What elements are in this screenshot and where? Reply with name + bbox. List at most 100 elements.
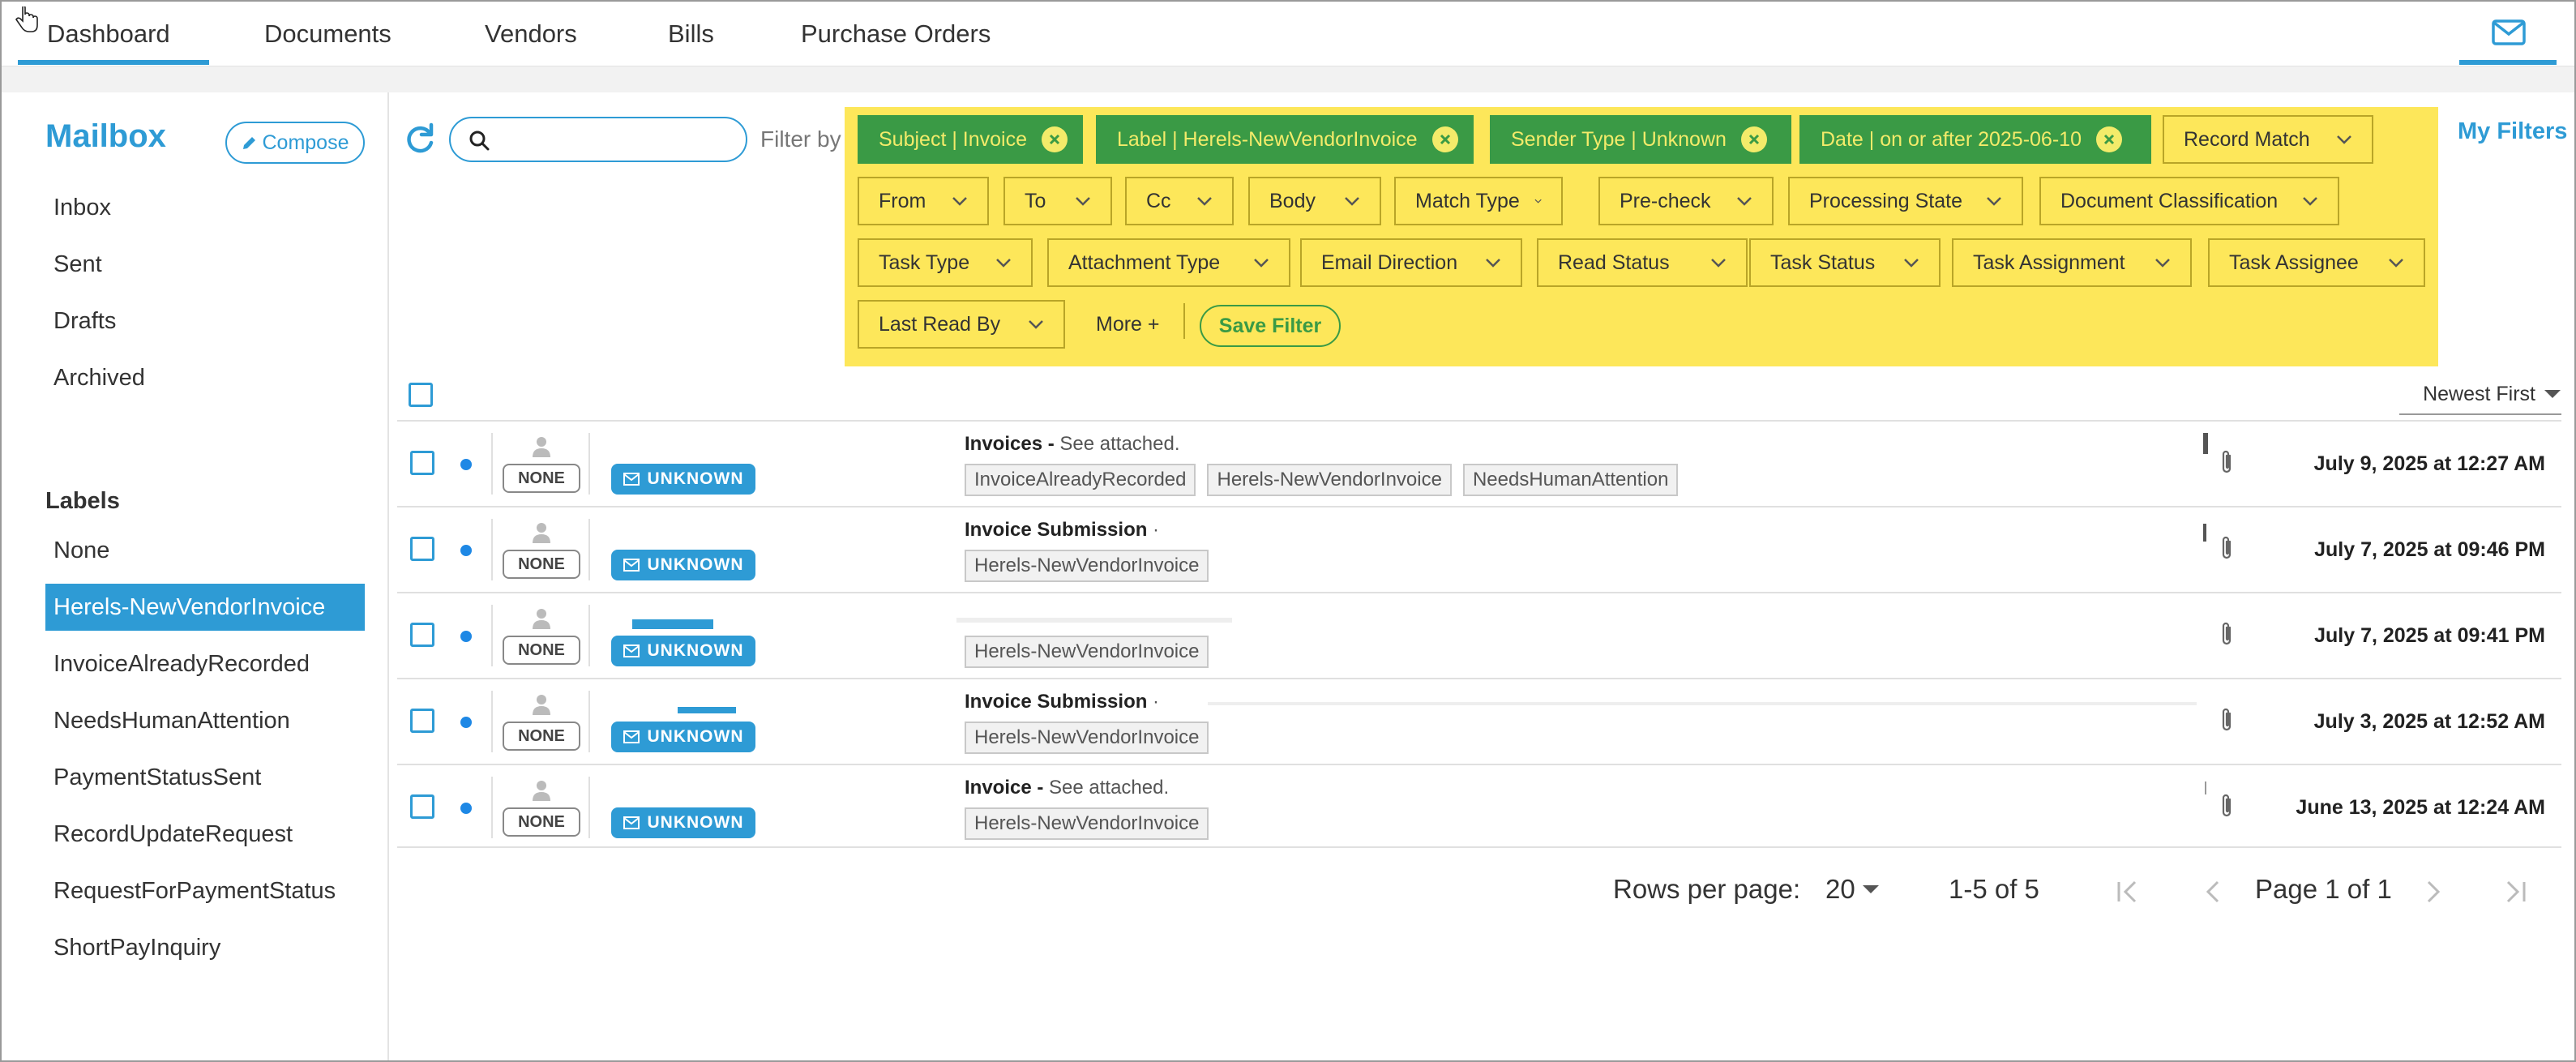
- email-tag: Herels-NewVendorInvoice: [965, 807, 1209, 840]
- active-filter-date[interactable]: Date | on or after 2025-06-10: [1799, 115, 2151, 164]
- label-invoicealreadyrecorded[interactable]: InvoiceAlreadyRecorded: [45, 640, 365, 687]
- filter-record-match-dropdown[interactable]: Record Match: [2163, 115, 2373, 164]
- filter-panel: Subject | Invoice Label | Herels-NewVend…: [845, 107, 2438, 366]
- filter-cc-dropdown[interactable]: Cc: [1125, 177, 1234, 225]
- chevron-down-icon: [1254, 259, 1269, 268]
- filter-label-text: Label | Herels-NewVendorInvoice: [1117, 127, 1418, 151]
- label-none[interactable]: None: [45, 527, 365, 574]
- label-needshumanattention[interactable]: NeedsHumanAttention: [45, 697, 365, 744]
- active-mail-indicator: [2459, 60, 2557, 65]
- sort-dropdown[interactable]: Newest First: [2399, 375, 2561, 415]
- select-all-checkbox[interactable]: [409, 383, 433, 407]
- unread-dot: [460, 717, 472, 728]
- row-checkbox[interactable]: [410, 623, 434, 647]
- dropdown-label: Document Classification: [2060, 189, 2279, 212]
- email-tag: Herels-NewVendorInvoice: [965, 636, 1209, 668]
- sender-type-badge: UNKNOWN: [611, 550, 755, 580]
- paperclip-icon[interactable]: [2219, 535, 2234, 561]
- dropdown-label: Task Assignment: [1973, 251, 2125, 274]
- person-icon: [533, 523, 550, 543]
- redacted-sender: [678, 707, 736, 713]
- filter-task-assignment-dropdown[interactable]: Task Assignment: [1952, 238, 2192, 287]
- label-recordupdaterequest[interactable]: RecordUpdateRequest: [45, 811, 365, 858]
- paperclip-icon[interactable]: [2219, 621, 2234, 647]
- mailbox-nav-button[interactable]: [2459, 2, 2557, 66]
- envelope-icon: [623, 730, 640, 743]
- folder-archived[interactable]: Archived: [53, 365, 145, 392]
- active-filter-subject[interactable]: Subject | Invoice: [858, 115, 1083, 164]
- my-filters-link[interactable]: My Filters: [2458, 118, 2567, 145]
- filter-from-dropdown[interactable]: From: [858, 177, 989, 225]
- label-herels-newvendorinvoice[interactable]: Herels-NewVendorInvoice: [45, 584, 365, 631]
- folder-inbox[interactable]: Inbox: [53, 195, 111, 221]
- active-filter-label[interactable]: Label | Herels-NewVendorInvoice: [1096, 115, 1474, 164]
- owner-badge[interactable]: NONE: [503, 636, 580, 665]
- paperclip-icon[interactable]: [2219, 449, 2234, 475]
- row-checkbox[interactable]: [410, 794, 434, 819]
- remove-filter-icon[interactable]: [1431, 126, 1458, 152]
- filter-last-read-by-dropdown[interactable]: Last Read By: [858, 300, 1065, 349]
- email-row[interactable]: NONE UNKNOWN Invoice - See attached. Her…: [397, 764, 2561, 848]
- sender-type-label: UNKNOWN: [647, 641, 744, 660]
- active-filter-sender-type[interactable]: Sender Type | Unknown: [1490, 115, 1791, 164]
- email-row[interactable]: NONE UNKNOWN Invoice Submission · Herels…: [397, 678, 2561, 762]
- label-requestforpaymentstatus[interactable]: RequestForPaymentStatus: [45, 867, 365, 914]
- filter-processing-state-dropdown[interactable]: Processing State: [1788, 177, 2023, 225]
- filter-attachment-type-dropdown[interactable]: Attachment Type: [1047, 238, 1290, 287]
- paperclip-icon[interactable]: [2219, 707, 2234, 733]
- filter-email-direction-dropdown[interactable]: Email Direction: [1300, 238, 1522, 287]
- filter-body-dropdown[interactable]: Body: [1248, 177, 1381, 225]
- email-date: July 7, 2025 at 09:46 PM: [2314, 538, 2545, 561]
- owner-badge[interactable]: NONE: [503, 550, 580, 579]
- filter-read-status-dropdown[interactable]: Read Status: [1537, 238, 1748, 287]
- nav-tab-bills[interactable]: Bills: [668, 19, 714, 49]
- row-checkbox[interactable]: [410, 537, 434, 561]
- nav-tab-documents[interactable]: Documents: [264, 19, 392, 49]
- filter-task-type-dropdown[interactable]: Task Type: [858, 238, 1033, 287]
- subject-text: Invoice Submission: [965, 519, 1148, 541]
- search-input[interactable]: [499, 125, 734, 154]
- nav-tab-dashboard[interactable]: Dashboard: [47, 19, 170, 49]
- label-shortpayinquiry[interactable]: ShortPayInquiry: [45, 924, 365, 971]
- sort-label: Newest First: [2423, 382, 2535, 405]
- remove-filter-icon[interactable]: [1740, 126, 1767, 152]
- folder-drafts[interactable]: Drafts: [53, 308, 116, 335]
- previous-page-icon[interactable]: [2197, 874, 2229, 910]
- owner-badge[interactable]: NONE: [503, 722, 580, 751]
- folder-sent[interactable]: Sent: [53, 251, 102, 278]
- owner-badge[interactable]: NONE: [503, 464, 580, 493]
- filter-task-assignee-dropdown[interactable]: Task Assignee: [2208, 238, 2425, 287]
- more-filters-button[interactable]: More +: [1096, 313, 1160, 336]
- refresh-icon[interactable]: [402, 122, 438, 157]
- email-row[interactable]: NONE UNKNOWN Invoices - See attached. In…: [397, 420, 2561, 504]
- nav-tab-purchase-orders[interactable]: Purchase Orders: [801, 19, 991, 49]
- unread-dot: [460, 545, 472, 556]
- filter-document-classification-dropdown[interactable]: Document Classification: [2039, 177, 2339, 225]
- row-divider: [588, 605, 590, 666]
- filter-match-type-dropdown[interactable]: Match Type: [1394, 177, 1563, 225]
- remove-filter-icon[interactable]: [2095, 126, 2122, 152]
- row-checkbox[interactable]: [410, 451, 434, 475]
- chevron-down-icon: [2303, 197, 2317, 206]
- label-paymentstatussent[interactable]: PaymentStatusSent: [45, 754, 365, 801]
- filter-pre-check-dropdown[interactable]: Pre-check: [1598, 177, 1774, 225]
- last-page-icon[interactable]: [2498, 874, 2531, 910]
- owner-badge[interactable]: NONE: [503, 807, 580, 837]
- email-date: June 13, 2025 at 12:24 AM: [2296, 796, 2545, 819]
- paperclip-icon[interactable]: [2219, 793, 2234, 819]
- filter-task-status-dropdown[interactable]: Task Status: [1749, 238, 1941, 287]
- remove-filter-icon[interactable]: [1041, 126, 1068, 152]
- row-divider: [491, 777, 493, 838]
- pencil-icon: [242, 137, 255, 149]
- next-page-icon[interactable]: [2417, 874, 2450, 910]
- filter-to-dropdown[interactable]: To: [1003, 177, 1112, 225]
- chevron-down-icon: [2155, 259, 2170, 268]
- compose-button[interactable]: Compose: [225, 122, 365, 164]
- nav-tab-vendors[interactable]: Vendors: [485, 19, 577, 49]
- save-filter-button[interactable]: Save Filter: [1200, 305, 1341, 347]
- email-row[interactable]: NONE UNKNOWN Invoice Submission · Herels…: [397, 506, 2561, 590]
- email-row[interactable]: NONE UNKNOWN Herels-NewVendorInvoice Jul…: [397, 592, 2561, 676]
- rows-per-page-select[interactable]: 20: [1825, 874, 1880, 905]
- row-checkbox[interactable]: [410, 709, 434, 733]
- first-page-icon[interactable]: [2112, 874, 2145, 910]
